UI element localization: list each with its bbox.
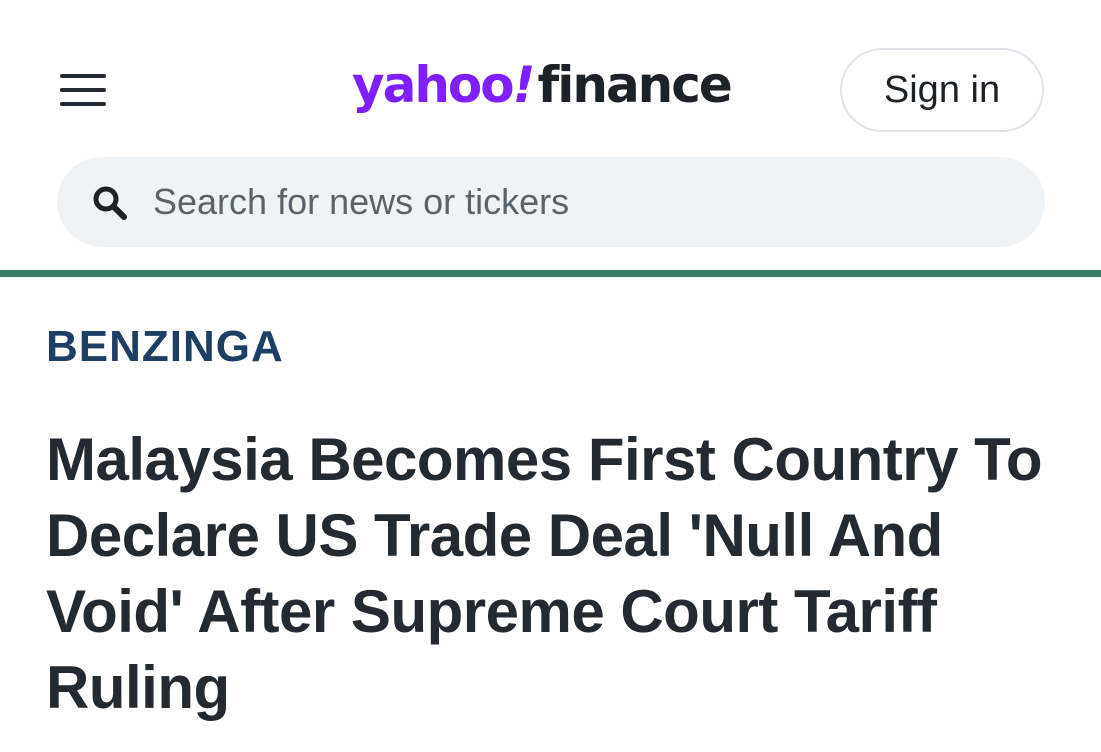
menu-line: [60, 88, 106, 92]
article-headline: Malaysia Becomes First Country To Declar…: [46, 426, 1043, 721]
search-icon: [93, 186, 127, 220]
logo-finance-text: finance: [537, 56, 732, 114]
menu-line: [60, 102, 106, 106]
menu-line: [60, 74, 106, 78]
sign-in-button[interactable]: Sign in: [840, 48, 1044, 132]
page: yahoo ! finance Sign in BENZINGA Malaysi…: [0, 0, 1101, 752]
search-bar[interactable]: [57, 157, 1045, 247]
site-header: yahoo ! finance Sign in: [0, 0, 1101, 270]
hamburger-menu-icon[interactable]: [56, 68, 110, 112]
header-divider: [0, 270, 1101, 277]
search-input[interactable]: [153, 157, 1013, 247]
yahoo-finance-logo[interactable]: yahoo ! finance: [352, 56, 733, 122]
logo-bang-text: !: [512, 56, 536, 114]
logo-yahoo-text: yahoo: [352, 56, 515, 114]
source-logo-benzinga[interactable]: BENZINGA: [46, 322, 284, 372]
